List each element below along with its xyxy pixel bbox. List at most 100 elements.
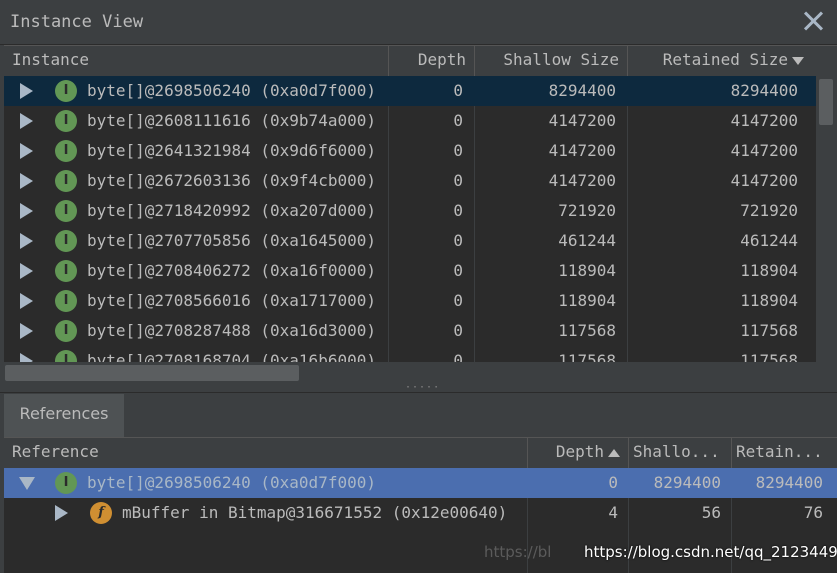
reference-table-header: Reference Depth Shallo... Retain...	[4, 437, 837, 469]
expand-arrow-icon[interactable]	[20, 203, 33, 219]
column-header-ref-depth[interactable]: Depth	[528, 438, 629, 468]
instance-vertical-scrollbar[interactable]	[816, 76, 837, 362]
instance-row[interactable]: Ibyte[]@2708168704 (0xa16b6000) 0 117568 11…	[4, 346, 816, 362]
instance-row[interactable]: Ibyte[]@2707705856 (0xa1645000) 0 461244 46…	[4, 226, 816, 256]
close-icon[interactable]	[801, 9, 825, 33]
instance-name: byte[]@2608111616 (0x9b74a000)	[87, 111, 376, 130]
column-header-shallow-label: Shallow Size	[503, 50, 619, 69]
column-header-instance-label: Instance	[12, 50, 90, 69]
instance-shallow-size: 8294400	[548, 81, 616, 100]
instance-row[interactable]: Ibyte[]@2608111616 (0x9b74a000) 0 4147200 4…	[4, 106, 816, 136]
instance-retained-size: 4147200	[730, 171, 798, 190]
expand-arrow-icon[interactable]	[20, 173, 33, 189]
instance-name: byte[]@2698506240 (0xa0d7f000)	[87, 81, 376, 100]
instance-row[interactable]: Ibyte[]@2708406272 (0xa16f0000) 0 118904 11…	[4, 256, 816, 286]
instance-row[interactable]: Ibyte[]@2718420992 (0xa207d000) 0 721920 72…	[4, 196, 816, 226]
instance-depth: 0	[453, 171, 463, 190]
instance-shallow-size: 117568	[558, 321, 616, 340]
instance-shallow-size: 4147200	[548, 141, 616, 160]
expand-arrow-icon[interactable]	[20, 353, 33, 362]
reference-row[interactable]: Ibyte[]@2698506240 (0xa0d7f000) 0 8294400 8…	[4, 468, 837, 498]
expand-arrow-icon[interactable]	[20, 143, 33, 159]
instance-depth: 0	[453, 231, 463, 250]
reference-retained-size: 8294400	[755, 473, 823, 492]
column-header-retained-size[interactable]: Retained Size	[628, 46, 808, 76]
instance-shallow-size: 4147200	[548, 111, 616, 130]
instance-depth: 0	[453, 321, 463, 340]
instance-badge-icon: I	[55, 140, 77, 162]
instance-retained-size: 721920	[740, 201, 798, 220]
tab-references[interactable]: References	[4, 394, 124, 437]
instance-name: byte[]@2708406272 (0xa16f0000)	[87, 261, 376, 280]
horizontal-scroll-thumb[interactable]	[5, 365, 299, 381]
column-header-reference-label: Reference	[12, 442, 99, 461]
instance-shallow-size: 117568	[558, 351, 616, 362]
title-bar: Instance View	[0, 0, 837, 45]
instance-row[interactable]: Ibyte[]@2708287488 (0xa16d3000) 0 117568 11…	[4, 316, 816, 346]
reference-depth: 0	[608, 473, 618, 492]
instance-horizontal-scrollbar[interactable]	[0, 362, 837, 384]
instance-row[interactable]: Ibyte[]@2641321984 (0x9d6f6000) 0 4147200 4…	[4, 136, 816, 166]
instance-depth: 0	[453, 291, 463, 310]
window-title: Instance View	[10, 12, 144, 32]
column-header-ref-retained-label: Retain...	[736, 442, 823, 461]
sort-ascending-icon	[608, 448, 620, 457]
instance-depth: 0	[453, 111, 463, 130]
column-header-shallow-size[interactable]: Shallow Size	[475, 46, 628, 76]
panel-splitter[interactable]: ·····	[0, 382, 837, 393]
splitter-grip-icon: ·····	[405, 382, 441, 393]
expand-arrow-icon[interactable]	[55, 505, 68, 521]
instance-name: byte[]@2672603136 (0x9f4cb000)	[87, 171, 376, 190]
instance-badge-icon: I	[55, 230, 77, 252]
instance-retained-size: 461244	[740, 231, 798, 250]
column-header-ref-shallow[interactable]: Shallo...	[629, 438, 732, 468]
reference-retained-size: 76	[803, 503, 823, 522]
instance-depth: 0	[453, 351, 463, 362]
instance-name: byte[]@2707705856 (0xa1645000)	[87, 231, 376, 250]
instance-badge-icon: I	[55, 472, 77, 494]
expand-arrow-icon[interactable]	[20, 293, 33, 309]
instance-row[interactable]: Ibyte[]@2708566016 (0xa1717000) 0 118904 11…	[4, 286, 816, 316]
vertical-scroll-thumb[interactable]	[819, 79, 833, 125]
sort-descending-icon	[792, 56, 804, 65]
instance-badge-icon: I	[55, 350, 77, 362]
column-header-depth-label: Depth	[417, 50, 466, 69]
instance-table-body: Ibyte[]@2698506240 (0xa0d7f000) 0 8294400 8…	[4, 76, 816, 362]
column-header-retained-label: Retained Size	[662, 50, 788, 69]
reference-row[interactable]: f mBuffer in Bitmap@316671552 (0x12e00640…	[4, 498, 837, 528]
instance-row[interactable]: Ibyte[]@2672603136 (0x9f4cb000) 0 4147200 4…	[4, 166, 816, 196]
instance-shallow-size: 118904	[558, 291, 616, 310]
instance-depth: 0	[453, 261, 463, 280]
column-header-instance[interactable]: Instance	[4, 46, 389, 76]
column-header-ref-shallow-label: Shallo...	[633, 442, 720, 461]
instance-name: byte[]@2708287488 (0xa16d3000)	[87, 321, 376, 340]
expand-arrow-icon[interactable]	[20, 113, 33, 129]
instance-badge-icon: I	[55, 290, 77, 312]
column-header-depth[interactable]: Depth	[389, 46, 475, 76]
instance-retained-size: 118904	[740, 291, 798, 310]
instance-shallow-size: 118904	[558, 261, 616, 280]
instance-retained-size: 4147200	[730, 141, 798, 160]
instance-table-header: Instance Depth Shallow Size Retained Siz…	[4, 45, 837, 77]
reference-shallow-size: 56	[701, 503, 721, 522]
instance-shallow-size: 4147200	[548, 171, 616, 190]
expand-arrow-icon[interactable]	[20, 323, 33, 339]
instance-retained-size: 117568	[740, 351, 798, 362]
instance-badge-icon: I	[55, 170, 77, 192]
instance-name: byte[]@2708168704 (0xa16b6000)	[87, 351, 376, 362]
expand-arrow-icon[interactable]	[20, 263, 33, 279]
column-header-reference[interactable]: Reference	[4, 438, 528, 468]
expand-arrow-icon[interactable]	[20, 83, 33, 99]
instance-name: byte[]@2718420992 (0xa207d000)	[87, 201, 376, 220]
reference-name: mBuffer in Bitmap@316671552 (0x12e00640)	[122, 503, 508, 522]
instance-badge-icon: I	[55, 320, 77, 342]
instance-depth: 0	[453, 141, 463, 160]
reference-depth: 4	[608, 503, 618, 522]
expand-arrow-icon[interactable]	[20, 233, 33, 249]
instance-row[interactable]: Ibyte[]@2698506240 (0xa0d7f000) 0 8294400 8…	[4, 76, 816, 106]
instance-name: byte[]@2641321984 (0x9d6f6000)	[87, 141, 376, 160]
column-header-ref-retained[interactable]: Retain...	[732, 438, 837, 468]
instance-retained-size: 4147200	[730, 111, 798, 130]
collapse-arrow-icon[interactable]	[19, 477, 35, 490]
instance-retained-size: 117568	[740, 321, 798, 340]
